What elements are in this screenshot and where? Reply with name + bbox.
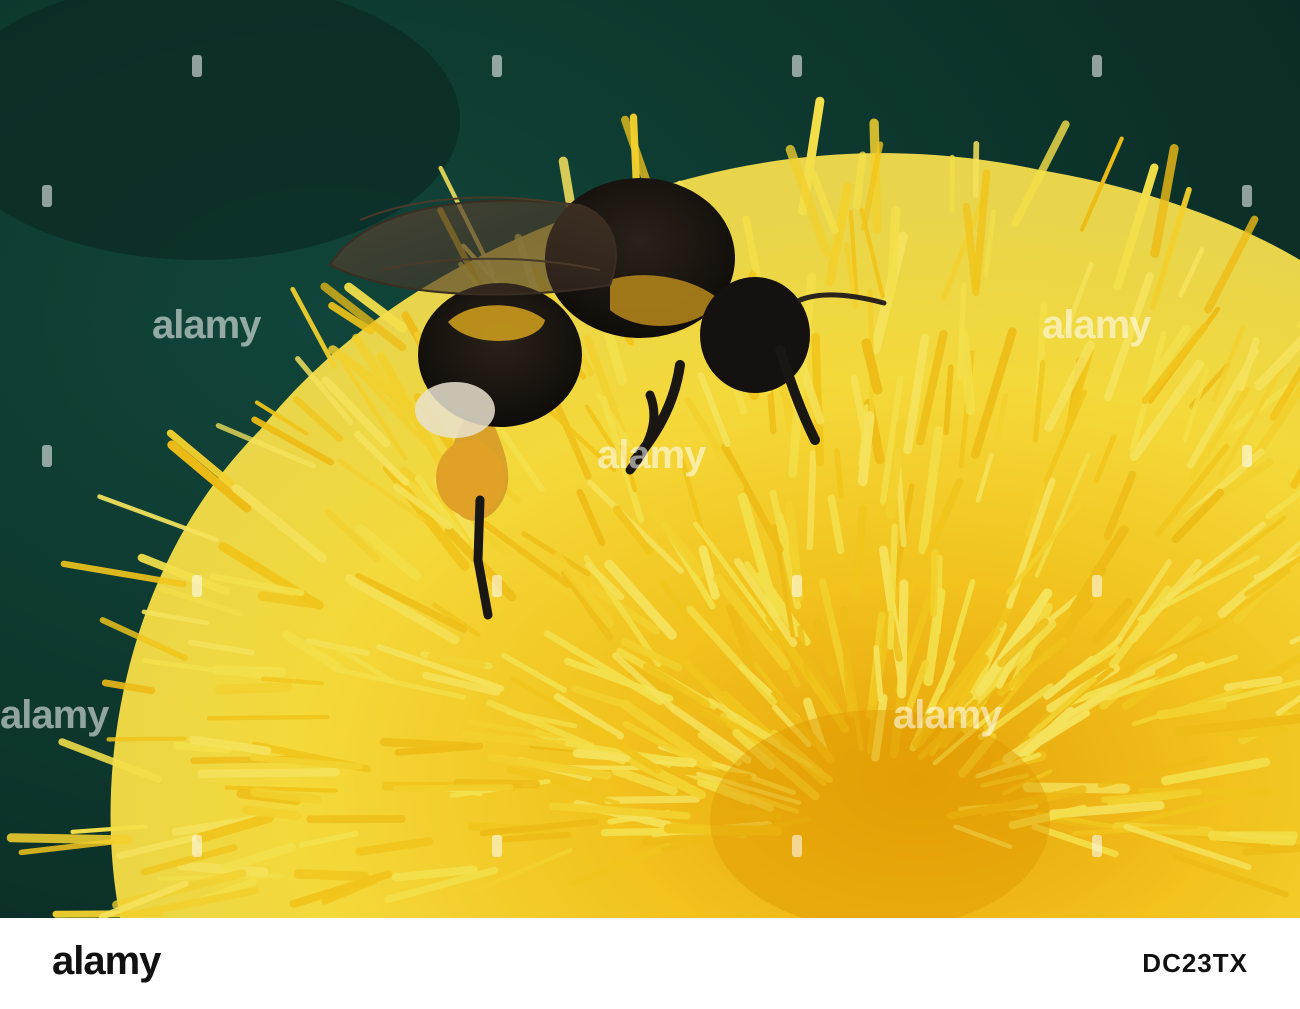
- stock-photo-frame: alamy alamy alamy alamy alamy alamy DC23…: [0, 0, 1300, 1009]
- floret: [887, 523, 898, 650]
- watermark-marker: [192, 55, 202, 77]
- watermark-marker: [792, 55, 802, 77]
- floret: [453, 778, 541, 789]
- watermark-marker: [42, 185, 52, 207]
- watermark-marker: [1092, 55, 1102, 77]
- floret: [6, 833, 133, 845]
- floret: [930, 548, 939, 617]
- watermark-marker: [1092, 575, 1102, 597]
- floret: [197, 767, 340, 779]
- floret: [857, 411, 875, 487]
- watermark-marker: [42, 445, 52, 467]
- watermark-text: alamy: [152, 303, 262, 347]
- watermark-marker: [1242, 445, 1252, 467]
- floret: [806, 450, 817, 551]
- floret: [1232, 725, 1289, 739]
- floret: [106, 736, 187, 742]
- floret: [897, 579, 909, 699]
- floret: [604, 795, 700, 804]
- floret: [959, 330, 976, 416]
- alamy-logo: alamy: [52, 938, 161, 983]
- floret: [241, 805, 302, 821]
- watermark-text: alamy: [597, 433, 707, 477]
- watermark-marker: [792, 575, 802, 597]
- watermark-marker: [192, 835, 202, 857]
- stock-footer-bar: alamy DC23TX: [0, 918, 1300, 1009]
- floret: [972, 140, 980, 198]
- floret: [379, 737, 471, 751]
- floret: [212, 665, 286, 677]
- floret: [206, 714, 330, 721]
- floret: [306, 815, 406, 824]
- floret: [392, 784, 513, 792]
- logo-text: alamy: [52, 938, 161, 983]
- floret: [215, 682, 293, 695]
- watermark-marker: [792, 835, 802, 857]
- floret: [886, 205, 901, 298]
- watermark-text: alamy: [0, 693, 110, 737]
- watermark-marker: [1242, 185, 1252, 207]
- photo: alamy alamy alamy alamy alamy: [0, 0, 1300, 918]
- watermark-marker: [492, 575, 502, 597]
- floret: [293, 869, 370, 882]
- watermark-marker: [492, 835, 502, 857]
- image-id: DC23TX: [1142, 948, 1248, 978]
- floret: [1207, 830, 1297, 846]
- watermark-text: alamy: [1042, 303, 1152, 347]
- watermark-text: alamy: [893, 693, 1003, 737]
- watermark-marker: [492, 55, 502, 77]
- watermark-marker: [192, 575, 202, 597]
- watermark-marker: [1092, 835, 1102, 857]
